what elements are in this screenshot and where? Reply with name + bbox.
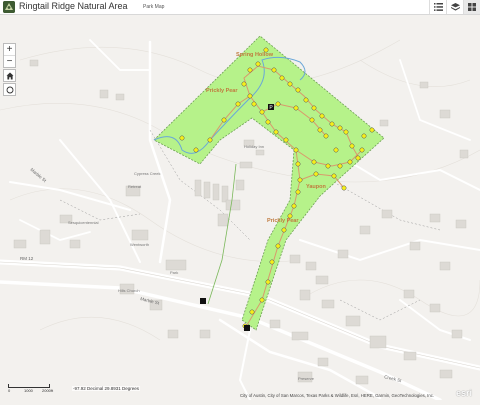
trail-marker[interactable]	[287, 81, 293, 87]
trail-marker[interactable]	[319, 113, 325, 119]
trail-marker[interactable]	[323, 133, 329, 139]
app-header: Ringtail Ridge Natural Area Park Map	[0, 0, 480, 15]
trail-marker[interactable]	[293, 147, 299, 153]
label-rm-12: RM 12	[20, 256, 34, 261]
trail-marker[interactable]	[337, 125, 343, 131]
trail-marker[interactable]	[295, 189, 301, 195]
home-icon	[6, 72, 13, 79]
app-title: Ringtail Ridge Natural Area	[19, 1, 128, 11]
label-preserve: Preserve	[298, 376, 315, 381]
basemap-grid-icon	[468, 3, 476, 11]
label-spring-hollow: Spring Hollow	[236, 52, 274, 58]
trail-marker[interactable]	[295, 161, 301, 167]
label-prickly-pear: Prickly Pear	[206, 88, 238, 94]
trail-marker[interactable]	[271, 67, 277, 73]
trail-marker[interactable]	[313, 171, 319, 177]
trail-marker[interactable]	[303, 97, 309, 103]
trail-marker[interactable]	[193, 147, 199, 153]
esri-logo: esri	[456, 388, 473, 398]
locate-icon	[6, 86, 13, 93]
coordinate-readout: -97.92 Decimal 29.8931 Degrees	[72, 386, 141, 391]
list-icon	[433, 3, 443, 11]
label-retreat: Retreat	[128, 184, 142, 189]
map-subtitle: Park Map	[143, 4, 165, 10]
locate-button[interactable]	[3, 83, 16, 96]
trail-marker[interactable]	[249, 309, 255, 315]
trail-marker[interactable]	[295, 87, 301, 93]
label-holiday-inn: Holiday Inn	[244, 144, 264, 149]
trail-marker[interactable]	[275, 243, 281, 249]
trail-marker[interactable]	[333, 147, 339, 153]
park-logo-icon	[3, 1, 15, 13]
trail-marker[interactable]	[259, 297, 265, 303]
zoom-in-button[interactable]: +	[4, 44, 15, 56]
map-view[interactable]: P Prickly Pear Prickly Pear Spring Hollo…	[0, 15, 480, 402]
trail-marker[interactable]	[273, 129, 279, 135]
label-prickly-pear-2: Prickly Pear	[267, 218, 299, 224]
trail-marker[interactable]	[369, 127, 375, 133]
label-cypress-creek: Cypress Creek	[134, 171, 160, 176]
trail-marker[interactable]	[329, 121, 335, 127]
zoom-out-button[interactable]: −	[4, 56, 15, 67]
trail-marker[interactable]	[251, 101, 257, 107]
trail-marker[interactable]	[309, 117, 315, 123]
trail-marker[interactable]	[247, 93, 253, 99]
trail-marker[interactable]	[279, 75, 285, 81]
trail-marker[interactable]	[269, 259, 275, 265]
label-wentworth: Wentworth	[130, 242, 149, 247]
trail-marker[interactable]	[235, 101, 241, 107]
layers-button[interactable]	[446, 0, 463, 14]
trail-marker[interactable]	[337, 163, 343, 169]
legend-button[interactable]	[429, 0, 446, 14]
trail-marker[interactable]	[361, 133, 367, 139]
layers-icon	[450, 3, 460, 11]
trail-marker[interactable]	[259, 109, 265, 115]
basemap[interactable]: P Prickly Pear Prickly Pear Spring Hollo…	[0, 15, 480, 402]
trail-marker[interactable]	[317, 127, 323, 133]
trail-marker[interactable]	[293, 105, 299, 111]
trail-marker[interactable]	[325, 163, 331, 169]
trail-marker[interactable]	[221, 117, 227, 123]
trail-marker[interactable]	[331, 173, 337, 179]
trail-marker[interactable]	[297, 177, 303, 183]
trail-marker[interactable]	[255, 61, 261, 67]
trail-marker[interactable]	[179, 135, 185, 141]
label-park: Park	[170, 270, 178, 275]
label-yaupon: Yaupon	[306, 184, 327, 190]
zoom-control: + −	[3, 43, 16, 68]
trail-marker[interactable]	[265, 279, 271, 285]
trail-marker[interactable]	[241, 81, 247, 87]
trail-marker[interactable]	[265, 119, 271, 125]
header-toolbar	[429, 0, 480, 14]
trail-marker[interactable]	[281, 227, 287, 233]
trail-marker[interactable]	[355, 155, 361, 161]
trail-marker[interactable]	[283, 137, 289, 143]
scale-label-start: 0	[8, 388, 11, 393]
trail-marker[interactable]	[341, 185, 347, 191]
attribution-text[interactable]: City of Austin, City of San Marcos, Texa…	[240, 393, 434, 398]
home-button[interactable]	[3, 69, 16, 82]
basemap-button[interactable]	[463, 0, 480, 14]
trail-marker[interactable]	[291, 203, 297, 209]
scale-label-end: 2000ft	[42, 388, 54, 393]
trail-marker[interactable]	[311, 105, 317, 111]
label-sesquicentennial: Sesquicentennial	[68, 220, 99, 225]
trail-marker[interactable]	[349, 143, 355, 149]
label-hills-church: Hills Church	[118, 288, 140, 293]
scale-label-mid: 1000	[24, 388, 33, 393]
trail-marker[interactable]	[359, 147, 365, 153]
trail-marker[interactable]	[347, 159, 353, 165]
scale-bar: 0 1000 2000ft	[8, 384, 53, 393]
trail-marker[interactable]	[311, 159, 317, 165]
trail-marker[interactable]	[343, 129, 349, 135]
trail-marker[interactable]	[247, 67, 253, 73]
trail-marker[interactable]	[275, 101, 281, 107]
trail-marker[interactable]	[207, 137, 213, 143]
